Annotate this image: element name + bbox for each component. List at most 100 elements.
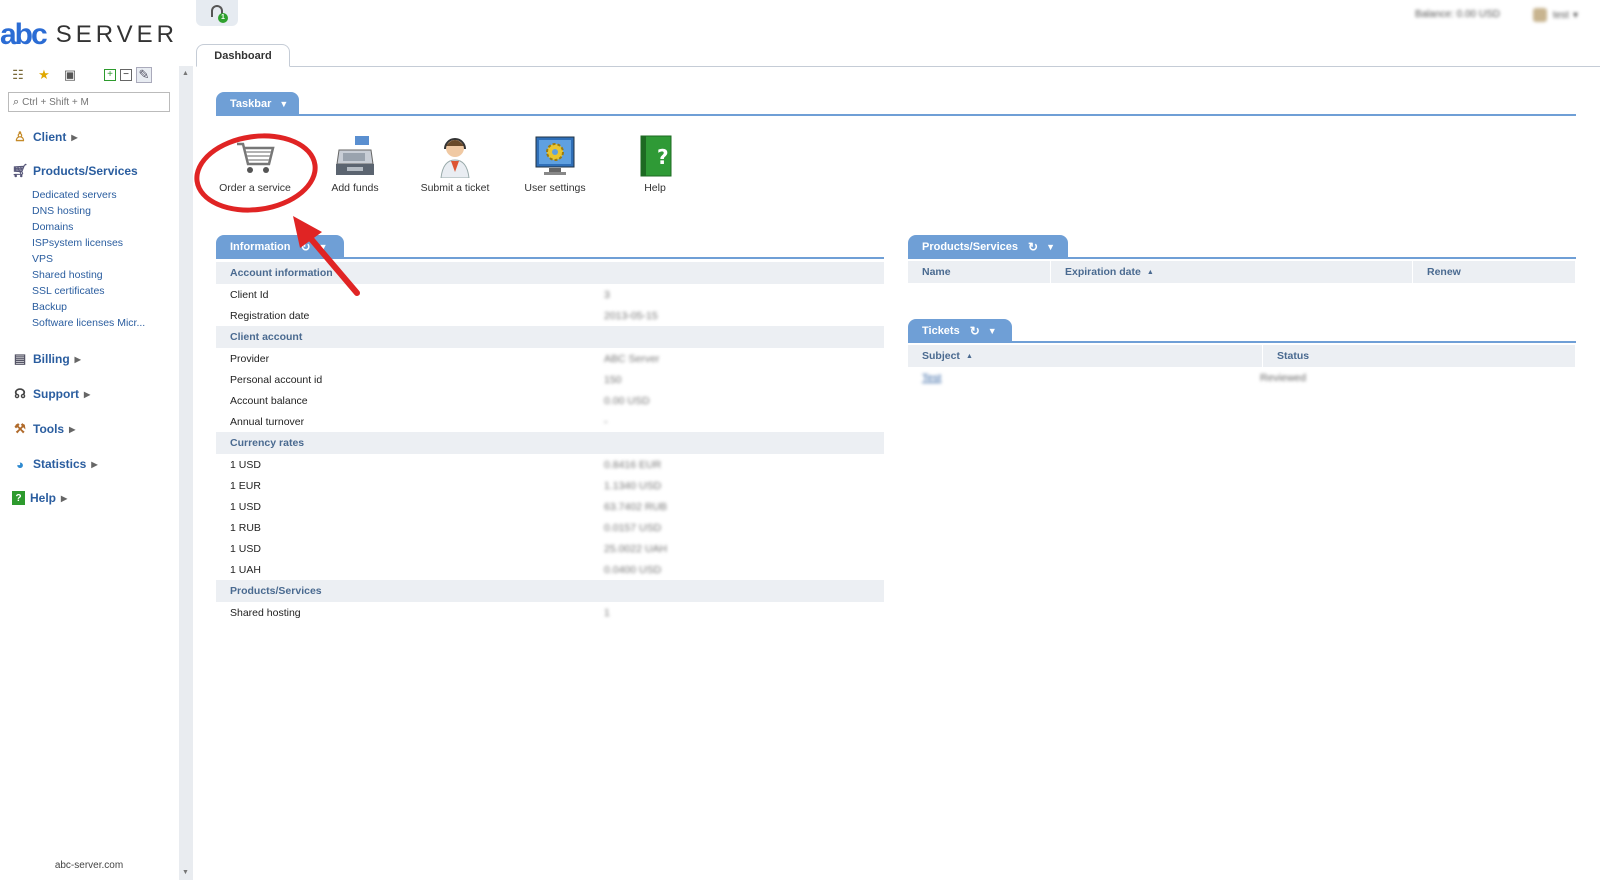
notification-badge: 1 xyxy=(218,13,228,23)
table-row: 1 RUB 0.0157 USD xyxy=(216,517,884,538)
tickets-grid-header: Subject ▲ Status xyxy=(908,345,1576,367)
balance-indicator[interactable]: Balance: 0.00 USD xyxy=(1415,9,1500,20)
column-subject[interactable]: Subject ▲ xyxy=(908,345,1263,367)
logo-mark: abc xyxy=(0,18,48,51)
user-menu[interactable]: test ▾ xyxy=(1532,8,1578,22)
sidebar-subitem-backup[interactable]: Backup xyxy=(32,301,67,313)
column-label: Status xyxy=(1277,350,1310,362)
taskbar-rule xyxy=(216,114,1576,116)
info-label: Client Id xyxy=(230,288,269,301)
task-add-funds[interactable]: Add funds xyxy=(305,134,405,200)
sidebar-item-label: Client xyxy=(33,130,67,144)
search-input[interactable] xyxy=(22,96,161,108)
column-status[interactable]: Status xyxy=(1263,345,1576,367)
tab-dashboard[interactable]: Dashboard xyxy=(196,44,290,67)
info-label: 1 RUB xyxy=(230,521,261,534)
person-icon: ♙ xyxy=(14,129,26,144)
column-renew[interactable]: Renew xyxy=(1413,261,1576,283)
column-expiration[interactable]: Expiration date ▲ xyxy=(1051,261,1413,283)
chevron-right-icon: ▶ xyxy=(69,424,76,434)
favorites-star-icon[interactable]: ★ xyxy=(36,67,52,83)
expand-all-icon[interactable]: + xyxy=(104,69,116,81)
table-row: 1 USD 63.7402 RUB xyxy=(216,496,884,517)
chevron-down-icon[interactable]: ▼ xyxy=(279,99,288,109)
cash-register-icon xyxy=(333,134,377,178)
products-panel-header[interactable]: Products/Services ↻ ▼ xyxy=(908,235,1068,258)
table-row: 1 EUR 1.1340 USD xyxy=(216,475,884,496)
sidebar-subitem-domains[interactable]: Domains xyxy=(32,221,73,233)
sidebar-subitem-dedicated[interactable]: Dedicated servers xyxy=(32,189,117,201)
scroll-down-icon[interactable]: ▼ xyxy=(182,869,189,876)
tree-view-icon[interactable]: ☷ xyxy=(10,67,26,83)
refresh-icon[interactable]: ↻ xyxy=(970,324,980,338)
chevron-right-icon: ▶ xyxy=(74,354,81,364)
sidebar-item-client[interactable]: ♙ Client ▶ xyxy=(12,129,77,145)
ticket-subject-link[interactable]: Test xyxy=(908,372,1260,384)
headset-icon: 1 xyxy=(210,5,228,23)
pin-icon[interactable]: ✎ xyxy=(136,67,152,83)
sidebar-footer-link[interactable]: abc-server.com xyxy=(0,860,178,871)
scroll-up-icon[interactable]: ▲ xyxy=(182,70,189,77)
sidebar-item-label: Products/Services xyxy=(33,164,138,178)
support-notification-button[interactable]: 1 xyxy=(196,0,238,26)
sidebar-item-label: Statistics xyxy=(33,457,87,471)
chevron-down-icon[interactable]: ▼ xyxy=(1046,242,1055,252)
column-name[interactable]: Name xyxy=(908,261,1051,283)
table-row: 1 USD 25.0022 UAH xyxy=(216,538,884,559)
sidebar-subitem-shared[interactable]: Shared hosting xyxy=(32,269,103,281)
taskbar-title: Taskbar xyxy=(230,97,272,110)
task-label: Help xyxy=(644,182,666,194)
sidebar-item-help[interactable]: ? Help ▶ xyxy=(12,491,67,505)
information-header[interactable]: Information ↻ ▼ xyxy=(216,235,344,258)
sidebar-item-label: Billing xyxy=(33,352,70,366)
sidebar-item-billing[interactable]: ▤ Billing ▶ xyxy=(12,351,81,367)
info-label: 1 UAH xyxy=(230,563,261,576)
svg-text:?: ? xyxy=(657,145,669,169)
info-value: 0.8416 EUR xyxy=(604,458,662,471)
chevron-down-icon[interactable]: ▼ xyxy=(319,242,328,252)
sidebar-subitem-isp[interactable]: ISPsystem licenses xyxy=(32,237,123,249)
information-title: Information xyxy=(230,240,291,253)
sidebar-subitem-ssl[interactable]: SSL certificates xyxy=(32,285,105,297)
sidebar-scrollbar[interactable]: ▲ ▼ xyxy=(179,66,193,880)
logo[interactable]: abc SERVER xyxy=(0,18,178,51)
column-label: Name xyxy=(922,266,951,278)
ticket-status: Reviewed xyxy=(1260,372,1307,384)
tickets-panel-header[interactable]: Tickets ↻ ▼ xyxy=(908,319,1012,342)
task-submit-ticket[interactable]: Submit a ticket xyxy=(405,134,505,200)
task-user-settings[interactable]: User settings xyxy=(505,134,605,200)
sidebar-subitem-software[interactable]: Software licenses Micr... xyxy=(32,317,145,329)
refresh-icon[interactable]: ↻ xyxy=(301,240,311,254)
info-label: 1 USD xyxy=(230,500,261,513)
table-row: 1 UAH 0.0400 USD xyxy=(216,559,884,580)
sidebar-search[interactable]: ⌕ xyxy=(8,92,170,112)
table-row[interactable]: Test Reviewed xyxy=(908,368,1576,388)
sidebar-subitem-vps[interactable]: VPS xyxy=(32,253,53,265)
chevron-right-icon: ▶ xyxy=(84,389,91,399)
sidebar-item-statistics[interactable]: ◕ Statistics ▶ xyxy=(12,456,97,472)
info-group-header: Currency rates xyxy=(216,432,884,454)
monitor-gear-icon xyxy=(533,134,577,178)
collapse-all-icon[interactable]: − xyxy=(120,69,132,81)
info-value: 63.7402 RUB xyxy=(604,500,668,513)
sidebar-subitem-dns[interactable]: DNS hosting xyxy=(32,205,91,217)
chevron-down-icon[interactable]: ▼ xyxy=(988,326,997,336)
refresh-icon[interactable]: ↻ xyxy=(1028,240,1038,254)
column-label: Expiration date xyxy=(1065,266,1141,278)
chart-icon: ◕ xyxy=(16,456,24,472)
column-label: Subject xyxy=(922,350,960,362)
info-label: 1 EUR xyxy=(230,479,261,492)
briefcase-icon[interactable]: ▣ xyxy=(62,67,78,83)
sidebar-item-tools[interactable]: ⚒ Tools ▶ xyxy=(12,421,75,437)
info-label: Shared hosting xyxy=(230,606,301,619)
info-group-header: Client account xyxy=(216,326,884,348)
taskbar-header[interactable]: Taskbar ▼ xyxy=(216,92,299,115)
sidebar-item-products[interactable]: 🛒︎ Products/Services xyxy=(12,163,138,179)
chevron-down-icon: ▾ xyxy=(1572,9,1578,21)
table-row: Shared hosting 1 xyxy=(216,602,884,623)
logo-text: SERVER xyxy=(55,21,178,48)
table-row: Annual turnover - xyxy=(216,411,884,432)
task-help[interactable]: ? Help xyxy=(605,134,705,200)
products-grid-header: Name Expiration date ▲ Renew xyxy=(908,261,1576,283)
sidebar-item-support[interactable]: ☊ Support ▶ xyxy=(12,386,90,402)
